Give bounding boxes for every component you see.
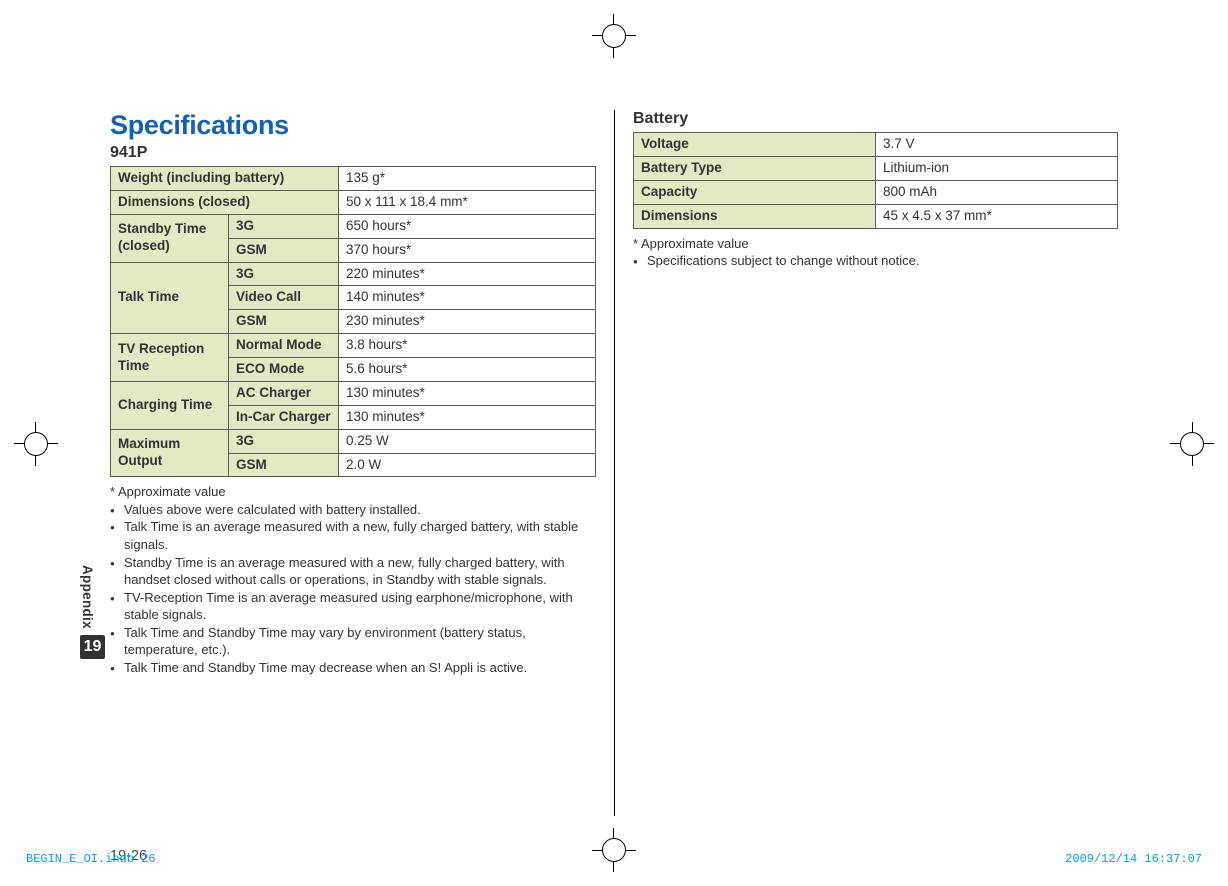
spec-table-941p: Weight (including battery) 135 g* Dimens…: [110, 166, 596, 477]
row-value: 0.25 W: [339, 429, 596, 453]
row-value: 130 minutes*: [339, 405, 596, 429]
row-sublabel: 3G: [229, 214, 339, 238]
row-label: Maximum Output: [111, 429, 229, 477]
print-timestamp: 2009/12/14 16:37:07: [1065, 852, 1202, 866]
row-label: TV Reception Time: [111, 334, 229, 382]
footnote-item: Talk Time is an average measured with a …: [110, 518, 596, 553]
row-label: Talk Time: [111, 262, 229, 334]
row-label: Capacity: [634, 180, 876, 204]
footnotes-battery: * Approximate value Specifications subje…: [633, 235, 1118, 270]
row-label: Dimensions: [634, 204, 876, 228]
print-file: BEGIN_E_OI.indb 26: [26, 852, 156, 866]
row-label: Dimensions (closed): [111, 190, 339, 214]
row-value: 370 hours*: [339, 238, 596, 262]
row-value: 5.6 hours*: [339, 358, 596, 382]
row-value: 130 minutes*: [339, 381, 596, 405]
row-value: 2.0 W: [339, 453, 596, 477]
footnote-item: Talk Time and Standby Time may vary by e…: [110, 624, 596, 659]
battery-heading: Battery: [633, 110, 1118, 128]
row-label: Battery Type: [634, 156, 876, 180]
row-value: 135 g*: [339, 167, 596, 191]
row-sublabel: GSM: [229, 453, 339, 477]
model-subheading: 941P: [110, 144, 596, 162]
row-value: 800 mAh: [876, 180, 1118, 204]
footnote-item: Standby Time is an average measured with…: [110, 554, 596, 589]
footnote-item: Talk Time and Standby Time may decrease …: [110, 659, 596, 677]
row-sublabel: GSM: [229, 238, 339, 262]
row-sublabel: In-Car Charger: [229, 405, 339, 429]
appendix-side-tab: Appendix 19: [80, 565, 105, 659]
row-sublabel: AC Charger: [229, 381, 339, 405]
chapter-number: 19: [80, 635, 105, 659]
row-sublabel: Normal Mode: [229, 334, 339, 358]
row-label: Weight (including battery): [111, 167, 339, 191]
footnote-approx: * Approximate value: [110, 483, 596, 501]
footnote-approx: * Approximate value: [633, 235, 1118, 253]
row-value: 650 hours*: [339, 214, 596, 238]
spec-table-battery: Voltage 3.7 V Battery Type Lithium-ion C…: [633, 132, 1118, 229]
footnotes-941p: * Approximate value Values above were ca…: [110, 483, 596, 676]
footnote-item: Specifications subject to change without…: [633, 252, 1118, 270]
print-footer: BEGIN_E_OI.indb 26 2009/12/14 16:37:07: [26, 852, 1202, 866]
row-label: Voltage: [634, 133, 876, 157]
row-value: 45 x 4.5 x 37 mm*: [876, 204, 1118, 228]
page-title: Specifications: [110, 110, 596, 141]
row-value: 50 x 111 x 18.4 mm*: [339, 190, 596, 214]
row-value: 220 minutes*: [339, 262, 596, 286]
row-sublabel: 3G: [229, 429, 339, 453]
row-sublabel: GSM: [229, 310, 339, 334]
footnote-item: Values above were calculated with batter…: [110, 501, 596, 519]
row-sublabel: Video Call: [229, 286, 339, 310]
row-value: 230 minutes*: [339, 310, 596, 334]
row-sublabel: ECO Mode: [229, 358, 339, 382]
row-sublabel: 3G: [229, 262, 339, 286]
row-value: 140 minutes*: [339, 286, 596, 310]
appendix-label: Appendix: [80, 565, 95, 629]
row-label: Standby Time (closed): [111, 214, 229, 262]
row-label: Charging Time: [111, 381, 229, 429]
footnote-item: TV-Reception Time is an average measured…: [110, 589, 596, 624]
row-value: Lithium-ion: [876, 156, 1118, 180]
row-value: 3.7 V: [876, 133, 1118, 157]
row-value: 3.8 hours*: [339, 334, 596, 358]
